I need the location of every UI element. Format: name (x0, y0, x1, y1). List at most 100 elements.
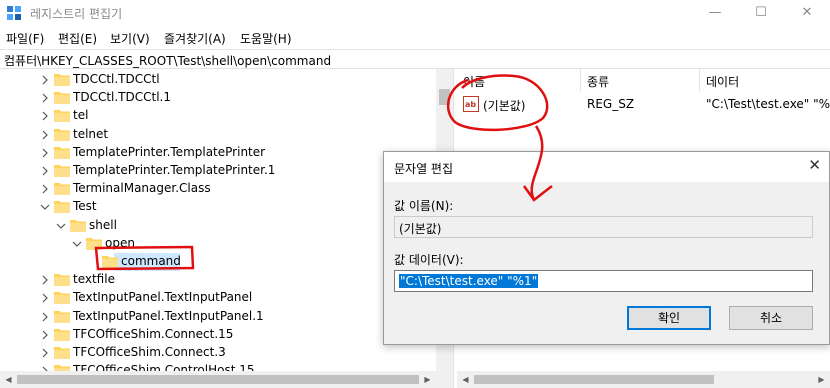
tree-item-tfcofficeshim-connect-3[interactable]: TFCOfficeShim.Connect.3 (0, 344, 436, 362)
dialog-title-bar: 문자열 편집 ✕ (384, 152, 829, 182)
scroll-right-arrow-icon[interactable]: ▶ (813, 371, 830, 388)
chevron-right-icon[interactable] (40, 166, 50, 176)
tree-item-textinputpanel-textinputpanel-1[interactable]: TextInputPanel.TextInputPanel.1 (0, 308, 436, 326)
value-data-selected-text[interactable]: "C:\Test\test.exe" "%1" (399, 274, 539, 288)
folder-icon (54, 74, 70, 86)
tree-item-tfcofficeshim-connect-15[interactable]: TFCOfficeShim.Connect.15 (0, 326, 436, 344)
tree-item-label: TextInputPanel.TextInputPanel.1 (73, 308, 264, 323)
tree-item-label: TFCOfficeShim.Connect.15 (73, 326, 234, 341)
tree-item-label: shell (89, 217, 117, 232)
tree-item-test[interactable]: Test (0, 198, 436, 216)
tree-item-label: telnet (73, 126, 109, 141)
tree-item-label: open (105, 235, 135, 250)
tree-vertical-scroll-thumb[interactable] (439, 89, 450, 105)
value-name-field: (기본값) (394, 216, 813, 238)
maximize-button[interactable]: ☐ (738, 0, 784, 26)
chevron-right-icon[interactable] (40, 75, 50, 85)
list-horizontal-scrollbar[interactable]: ◀ ▶ (457, 371, 830, 388)
folder-icon (54, 110, 70, 123)
folder-icon (54, 92, 70, 105)
chevron-right-icon[interactable] (40, 111, 50, 121)
column-header-type[interactable]: 종류 (581, 69, 700, 91)
menu-view[interactable]: 보기(V) (110, 30, 150, 47)
tree-horizontal-scrollbar[interactable]: ◀ ▶ (0, 371, 453, 388)
dialog-close-icon[interactable]: ✕ (808, 156, 821, 174)
value-data: "C:\Test\test.exe" "%1" (706, 97, 830, 111)
window-title: 레지스트리 편집기 (30, 7, 123, 21)
value-data-input[interactable]: "C:\Test\test.exe" "%1" (394, 270, 813, 292)
cancel-button[interactable]: 취소 (729, 306, 813, 330)
ab-string-icon: ab (463, 96, 479, 112)
tree-item-tdcctl-tdcctl[interactable]: TDCCtl.TDCCtl (0, 71, 436, 89)
tree-item-tdcctl-tdcctl-1[interactable]: TDCCtl.TDCCtl.1 (0, 89, 436, 107)
tree-item-label: TFCOfficeShim.Connect.3 (73, 345, 226, 359)
chevron-right-icon[interactable] (40, 293, 50, 303)
folder-icon (54, 201, 70, 214)
value-type: REG_SZ (587, 97, 635, 111)
tree-item-label: tel (73, 108, 89, 123)
chevron-right-icon[interactable] (40, 93, 50, 103)
folder-icon (54, 146, 70, 159)
folder-icon (102, 256, 118, 268)
chevron-right-icon[interactable] (40, 275, 50, 285)
tree-item-label: Test (73, 199, 97, 214)
ok-button[interactable]: 확인 (627, 306, 711, 330)
chevron-right-icon[interactable] (40, 148, 50, 158)
chevron-right-icon[interactable] (40, 130, 50, 140)
chevron-right-icon[interactable] (40, 348, 50, 358)
svg-text:ab: ab (465, 100, 476, 109)
menu-bar: 파일(F) 편집(E) 보기(V) 즐겨찾기(A) 도움말(H) (0, 26, 830, 48)
tree-item-shell[interactable]: shell (0, 217, 436, 235)
title-bar: 레지스트리 편집기 — ☐ ✕ (0, 0, 830, 26)
folder-icon (54, 128, 70, 141)
scroll-left-arrow-icon[interactable]: ◀ (0, 371, 17, 388)
tree-item-label: TDCCtl.TDCCtl (73, 72, 160, 86)
folder-icon (86, 237, 102, 250)
scroll-right-arrow-icon[interactable]: ▶ (419, 371, 436, 388)
folder-icon (54, 274, 70, 287)
column-header-name[interactable]: 이름 (457, 69, 581, 91)
menu-favorites[interactable]: 즐겨찾기(A) (164, 30, 226, 47)
column-header-data[interactable]: 데이터 (700, 69, 830, 91)
tree-item-telnet[interactable]: telnet (0, 126, 436, 144)
folder-icon (70, 219, 86, 232)
chevron-right-icon[interactable] (40, 312, 50, 322)
menu-file[interactable]: 파일(F) (6, 30, 44, 47)
tree-item-tel[interactable]: tel (0, 107, 436, 125)
edit-string-dialog: 문자열 편집 ✕ 값 이름(N): (기본값) 값 데이터(V): "C:\Te… (383, 151, 830, 345)
chevron-down-icon[interactable] (56, 221, 66, 231)
menu-help[interactable]: 도움말(H) (240, 30, 292, 47)
tree-item-label: textfile (73, 272, 115, 287)
folder-icon (54, 328, 70, 341)
tree-item-terminalmanager-class[interactable]: TerminalManager.Class (0, 180, 436, 198)
minimize-button[interactable]: — (692, 0, 738, 26)
chevron-down-icon[interactable] (72, 239, 82, 249)
tree-item-textinputpanel-textinputpanel[interactable]: TextInputPanel.TextInputPanel (0, 289, 436, 307)
value-name[interactable]: (기본값) (483, 97, 525, 114)
tree-item-templateprinter-templateprinter[interactable]: TemplatePrinter.TemplatePrinter (0, 144, 436, 162)
tree-item-templateprinter-templateprinter-1[interactable]: TemplatePrinter.TemplatePrinter.1 (0, 162, 436, 180)
folder-icon (54, 310, 70, 323)
tree-item-label: TerminalManager.Class (73, 181, 211, 196)
value-data-label: 값 데이터(V): (394, 253, 464, 267)
tree-item-label: TemplatePrinter.TemplatePrinter (73, 144, 266, 159)
folder-icon (54, 347, 70, 359)
value-name-label: 값 이름(N): (394, 199, 454, 213)
tree-item-command[interactable]: command (0, 253, 436, 271)
address-bar[interactable]: 컴퓨터\HKEY_CLASSES_ROOT\Test\shell\open\co… (0, 49, 830, 69)
folder-icon (54, 165, 70, 177)
folder-icon (54, 183, 70, 196)
chevron-down-icon[interactable] (40, 202, 50, 212)
scroll-left-arrow-icon[interactable]: ◀ (457, 371, 474, 388)
close-button[interactable]: ✕ (784, 0, 830, 26)
tree-item-label: TDCCtl.TDCCtl.1 (73, 90, 171, 105)
chevron-right-icon[interactable] (40, 330, 50, 340)
address-path[interactable]: 컴퓨터\HKEY_CLASSES_ROOT\Test\shell\open\co… (4, 52, 331, 69)
tree-item-open[interactable]: open (0, 235, 436, 253)
list-horizontal-scroll-thumb[interactable] (474, 375, 714, 384)
tree-item-textfile[interactable]: textfile (0, 271, 436, 289)
chevron-right-icon[interactable] (40, 184, 50, 194)
menu-edit[interactable]: 편집(E) (58, 30, 97, 47)
tree-horizontal-scroll-thumb[interactable] (17, 375, 419, 384)
tree-item-label: TextInputPanel.TextInputPanel (73, 290, 253, 305)
